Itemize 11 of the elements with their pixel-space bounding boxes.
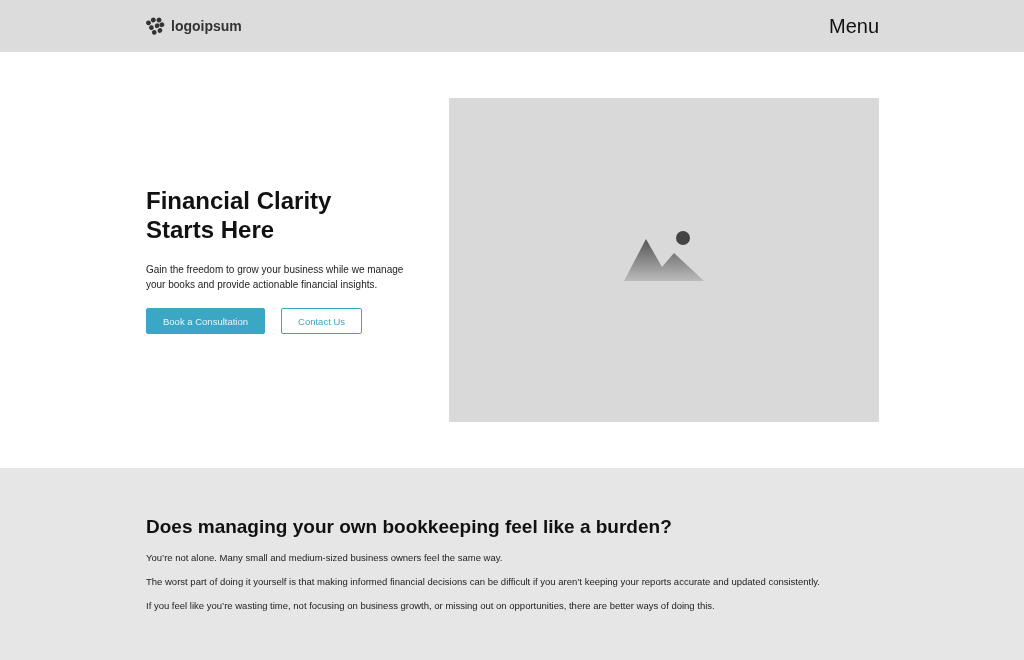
logo-icon <box>146 16 165 36</box>
contact-button[interactable]: Contact Us <box>281 308 363 334</box>
hero-description: Gain the freedom to grow your business while we manage your books and provide actionable financial insights. <box>146 263 405 292</box>
section-paragraph: If you feel like you’re wasting time, not focusing on business growth, or missing out on opportunities, there are better ways of doing this. <box>146 600 716 612</box>
logo-text: logoipsum <box>171 18 242 34</box>
consultation-button[interactable]: Book a Consultation <box>146 308 266 334</box>
menu-link[interactable]: Menu <box>828 14 879 38</box>
section-paragraph: You’re not alone. Many small and medium-sized business owners feel the same way. <box>146 552 504 564</box>
hero-title: Financial Clarity Starts Here <box>146 186 333 244</box>
section-title: Does managing your own bookkeeping feel like a burden? <box>146 516 673 538</box>
section-paragraph: The worst part of doing it yourself is that making informed financial decisions can be difficult if you aren’t keeping your reports accurate and updated consistently. <box>146 576 821 588</box>
